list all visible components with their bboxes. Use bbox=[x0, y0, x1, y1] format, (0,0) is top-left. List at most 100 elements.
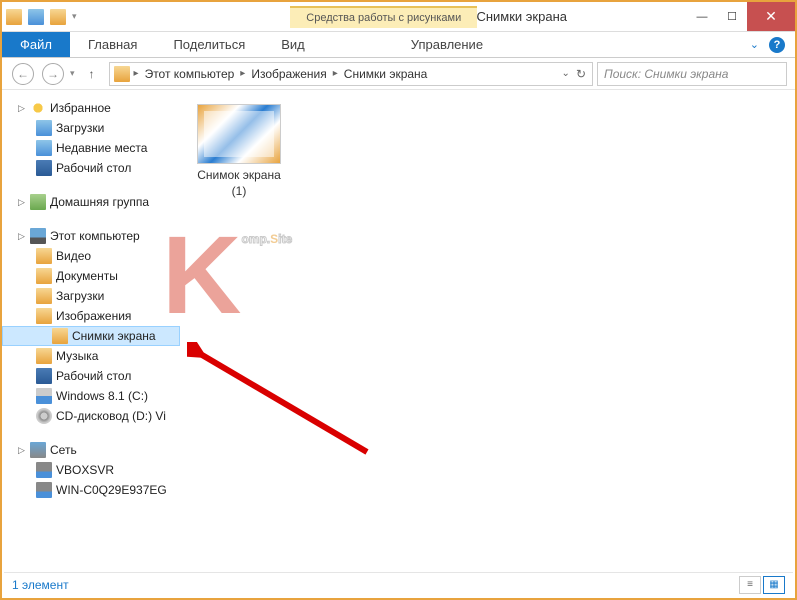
network-pc-icon bbox=[36, 462, 52, 478]
folder-icon bbox=[36, 348, 52, 364]
title-bar: ▾ Средства работы с рисунками Снимки экр… bbox=[2, 2, 795, 32]
tree-expand-icon[interactable]: ▷ bbox=[18, 197, 30, 208]
ribbon-tab-home[interactable]: Главная bbox=[70, 32, 155, 57]
crumb-this-pc[interactable]: Этот компьютер bbox=[141, 63, 239, 85]
tree-net-win[interactable]: WIN-C0Q29E937EG bbox=[2, 480, 180, 500]
crumb-chevron-icon[interactable]: ▸ bbox=[238, 68, 247, 79]
recent-icon bbox=[36, 140, 52, 156]
tree-label: Этот компьютер bbox=[50, 229, 140, 243]
tree-label: CD-дисковод (D:) Vi bbox=[56, 409, 166, 423]
maximize-button[interactable]: ☐ bbox=[717, 2, 747, 31]
tree-label: Рабочий стол bbox=[56, 369, 131, 383]
crumb-screenshots[interactable]: Снимки экрана bbox=[340, 63, 432, 85]
tree-recent[interactable]: Недавние места bbox=[2, 138, 180, 158]
qat-new-folder-icon[interactable] bbox=[50, 9, 66, 25]
tree-homegroup[interactable]: ▷ Домашняя группа bbox=[2, 192, 180, 212]
crumb-chevron-icon[interactable]: ▸ bbox=[132, 68, 141, 79]
tree-expand-icon[interactable]: ▷ bbox=[18, 445, 30, 456]
tree-label: Снимки экрана bbox=[72, 329, 156, 343]
help-icon[interactable]: ? bbox=[769, 37, 785, 53]
qat-chevron-icon[interactable]: ▾ bbox=[72, 11, 77, 22]
tree-expand-icon[interactable]: ▷ bbox=[18, 103, 30, 114]
tree-label: VBOXSVR bbox=[56, 463, 114, 477]
downloads-icon bbox=[36, 120, 52, 136]
tree-label: Сеть bbox=[50, 443, 77, 457]
ribbon-tab-manage[interactable]: Управление bbox=[381, 32, 513, 57]
ribbon-tabs: Файл Главная Поделиться Вид Управление ⌄… bbox=[2, 32, 795, 58]
qat-properties-icon[interactable] bbox=[28, 9, 44, 25]
search-input[interactable] bbox=[604, 67, 780, 81]
context-tab-picture-tools[interactable]: Средства работы с рисунками bbox=[290, 6, 477, 28]
crumb-chevron-icon[interactable]: ▸ bbox=[331, 68, 340, 79]
nav-up-button[interactable]: ↑ bbox=[79, 61, 105, 87]
ribbon-file-tab[interactable]: Файл bbox=[2, 32, 70, 57]
tree-label: Недавние места bbox=[56, 141, 147, 155]
nav-history-chevron-icon[interactable]: ▾ bbox=[70, 68, 75, 79]
star-icon bbox=[30, 100, 46, 116]
tree-music[interactable]: Музыка bbox=[2, 346, 180, 366]
tree-label: Документы bbox=[56, 269, 118, 283]
quick-access-toolbar: ▾ bbox=[2, 9, 81, 25]
ribbon-expand-icon[interactable]: ⌄ bbox=[750, 38, 759, 51]
tree-pictures[interactable]: Изображения bbox=[2, 306, 180, 326]
close-button[interactable]: ✕ bbox=[747, 2, 795, 31]
file-item[interactable]: Снимок экрана (1) bbox=[194, 104, 284, 199]
network-pc-icon bbox=[36, 482, 52, 498]
network-icon bbox=[30, 442, 46, 458]
tree-label: Загрузки bbox=[56, 289, 104, 303]
view-icons-button[interactable]: ▦ bbox=[763, 576, 785, 594]
folder-icon bbox=[36, 308, 52, 324]
tree-net-vboxsvr[interactable]: VBOXSVR bbox=[2, 460, 180, 480]
tree-this-pc[interactable]: ▷ Этот компьютер bbox=[2, 226, 180, 246]
tree-videos[interactable]: Видео bbox=[2, 246, 180, 266]
crumb-pictures[interactable]: Изображения bbox=[247, 63, 330, 85]
drive-icon bbox=[36, 388, 52, 404]
view-details-button[interactable]: ≡ bbox=[739, 576, 761, 594]
desktop-icon bbox=[36, 160, 52, 176]
tree-label: Рабочий стол bbox=[56, 161, 131, 175]
status-item-count: 1 элемент bbox=[12, 578, 69, 592]
homegroup-icon bbox=[30, 194, 46, 210]
tree-desktop[interactable]: Рабочий стол bbox=[2, 158, 180, 178]
computer-icon bbox=[30, 228, 46, 244]
tree-label: Музыка bbox=[56, 349, 98, 363]
search-box[interactable] bbox=[597, 62, 787, 86]
tree-label: Изображения bbox=[56, 309, 131, 323]
ribbon-tab-share[interactable]: Поделиться bbox=[155, 32, 263, 57]
tree-label: Загрузки bbox=[56, 121, 104, 135]
tree-drive-c[interactable]: Windows 8.1 (C:) bbox=[2, 386, 180, 406]
file-name-label: Снимок экрана (1) bbox=[194, 168, 284, 199]
folder-icon bbox=[36, 268, 52, 284]
ribbon-tab-view[interactable]: Вид bbox=[263, 32, 323, 57]
folder-icon bbox=[36, 288, 52, 304]
content-pane[interactable]: Снимок экрана (1) bbox=[180, 90, 795, 576]
folder-icon bbox=[36, 248, 52, 264]
navigation-bar: ← → ▾ ↑ ▸ Этот компьютер ▸ Изображения ▸… bbox=[2, 58, 795, 90]
tree-label: Домашняя группа bbox=[50, 195, 149, 209]
navigation-pane[interactable]: ▷ Избранное Загрузки Недавние места Рабо… bbox=[2, 90, 180, 576]
tree-label: Видео bbox=[56, 249, 91, 263]
tree-screenshots-selected[interactable]: Снимки экрана bbox=[2, 326, 180, 346]
tree-downloads[interactable]: Загрузки bbox=[2, 118, 180, 138]
tree-collapse-icon[interactable]: ▷ bbox=[18, 231, 30, 242]
tree-downloads-pc[interactable]: Загрузки bbox=[2, 286, 180, 306]
file-thumbnail bbox=[197, 104, 281, 164]
cd-drive-icon bbox=[36, 408, 52, 424]
address-bar[interactable]: ▸ Этот компьютер ▸ Изображения ▸ Снимки … bbox=[109, 62, 593, 86]
tree-label: WIN-C0Q29E937EG bbox=[56, 483, 167, 497]
window-controls: — ☐ ✕ bbox=[687, 2, 795, 31]
main-area: ▷ Избранное Загрузки Недавние места Рабо… bbox=[2, 90, 795, 576]
tree-drive-d[interactable]: CD-дисковод (D:) Vi bbox=[2, 406, 180, 426]
nav-forward-button[interactable]: → bbox=[40, 61, 66, 87]
refresh-icon[interactable]: ↻ bbox=[576, 67, 586, 81]
status-bar: 1 элемент ≡ ▦ bbox=[4, 572, 793, 596]
minimize-button[interactable]: — bbox=[687, 2, 717, 31]
tree-label: Windows 8.1 (C:) bbox=[56, 389, 148, 403]
tree-desktop-pc[interactable]: Рабочий стол bbox=[2, 366, 180, 386]
address-dropdown-icon[interactable]: ⌄ bbox=[562, 68, 570, 79]
tree-favorites[interactable]: ▷ Избранное bbox=[2, 98, 180, 118]
nav-back-button[interactable]: ← bbox=[10, 61, 36, 87]
folder-app-icon bbox=[6, 9, 22, 25]
tree-network[interactable]: ▷ Сеть bbox=[2, 440, 180, 460]
tree-documents[interactable]: Документы bbox=[2, 266, 180, 286]
